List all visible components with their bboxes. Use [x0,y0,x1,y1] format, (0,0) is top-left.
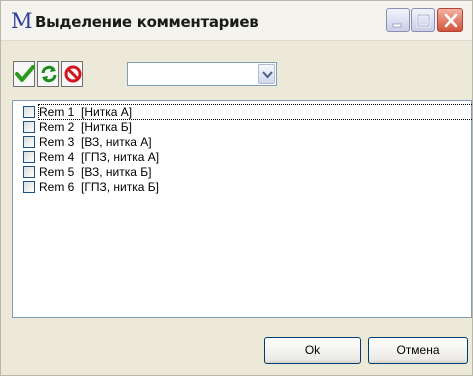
ok-button[interactable]: Ok [264,337,361,364]
minimize-button[interactable] [386,8,410,32]
list-item-label: Rem 3 [ВЗ, нитка А] [39,135,152,149]
minimize-icon [392,23,402,28]
checkbox[interactable] [23,151,35,163]
maximize-icon [416,13,431,28]
refresh-button[interactable] [37,61,59,87]
dropdown-arrow-button[interactable] [258,64,275,84]
app-logo-icon: M [11,9,33,33]
list-item-label: Rem 5 [ВЗ, нитка Б] [39,165,152,179]
checkbox[interactable] [23,181,35,193]
close-icon [444,13,458,28]
list-item-label: Rem 4 [ГПЗ, нитка А] [39,150,160,164]
deselect-all-button[interactable] [61,61,83,87]
checkbox[interactable] [23,136,35,148]
list-item-label: Rem 1 [Нитка А] [38,104,473,120]
checkbox[interactable] [23,121,35,133]
cancel-button[interactable]: Отмена [368,337,468,364]
maximize-button[interactable] [411,8,435,32]
checkbox[interactable] [23,166,35,178]
no-entry-icon [64,65,82,83]
window-title: Выделение комментариев [35,13,259,31]
close-button[interactable] [437,8,463,32]
select-all-button[interactable] [13,61,35,87]
dialog-window: M Выделение комментариев Rem 1 [Нитка А]… [0,0,473,376]
list-item-label: Rem 2 [Нитка Б] [39,120,132,134]
check-icon [15,65,35,82]
comments-list[interactable]: Rem 1 [Нитка А] Rem 2 [Нитка Б] Rem 3 [В… [12,100,473,318]
refresh-icon [41,65,57,83]
title-bar[interactable]: M Выделение комментариев [1,1,472,41]
chevron-down-icon [262,71,273,79]
list-item-label: Rem 6 [ГПЗ, нитка Б] [39,180,159,194]
checkbox[interactable] [23,106,35,118]
filter-dropdown[interactable] [127,62,277,86]
